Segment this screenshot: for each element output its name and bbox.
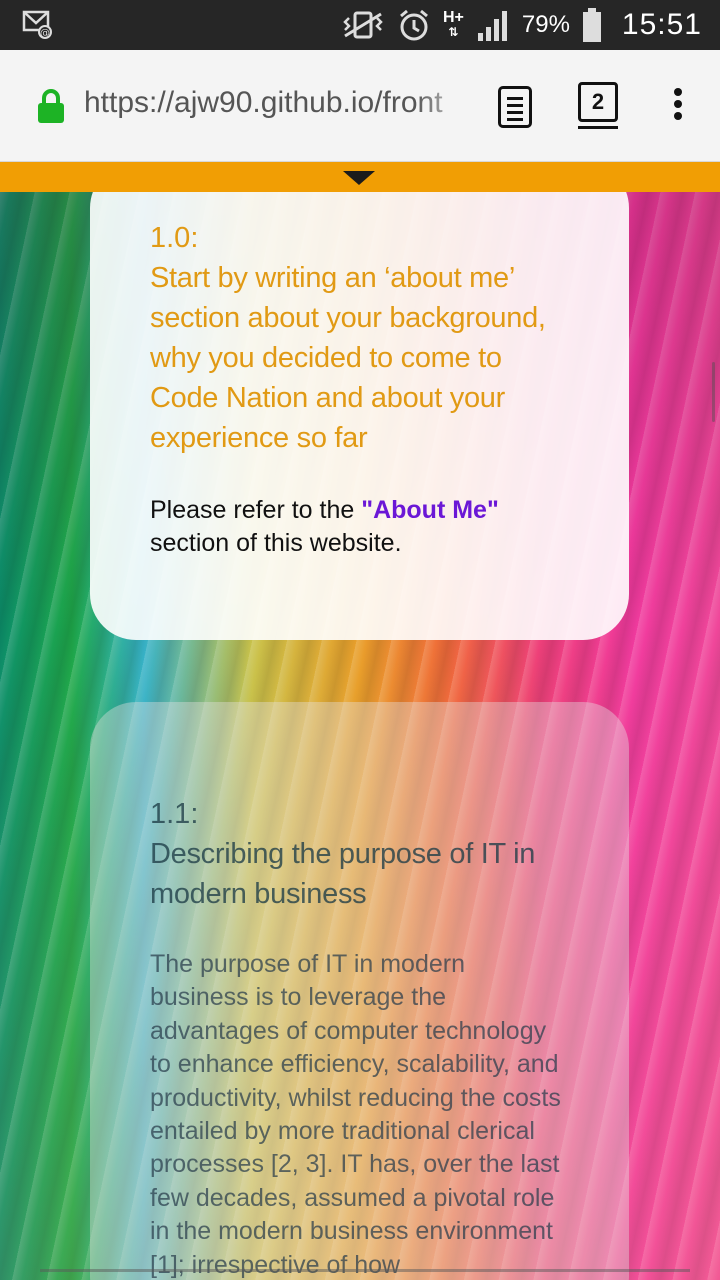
signal-icon [477, 11, 507, 41]
section-heading: Describing the purpose of IT in modern b… [150, 838, 536, 910]
nav-banner[interactable] [0, 162, 720, 192]
section-heading: Start by writing an ‘about me’ section a… [150, 262, 546, 454]
section-number: 1.0: [150, 222, 199, 254]
page-content[interactable]: 1.0: Start by writing an ‘about me’ sect… [0, 192, 720, 1280]
clock: 15:51 [621, 8, 702, 41]
page-bottom-line [40, 1269, 690, 1272]
alarm-icon [400, 9, 428, 41]
body-prefix: Please refer to the [150, 496, 362, 524]
section-body: Please refer to the "About Me" section o… [150, 494, 569, 560]
dropdown-arrow-icon[interactable] [343, 171, 375, 185]
section-body: The purpose of IT in modern business is … [150, 950, 561, 1279]
about-me-link[interactable]: "About Me" [361, 496, 499, 524]
lock-icon[interactable] [36, 88, 66, 124]
overflow-menu-icon[interactable] [672, 88, 684, 126]
status-bar: @ H+ ⇅ 79% 15:51 [0, 0, 720, 50]
section-card-1-0: 1.0: Start by writing an ‘about me’ sect… [90, 192, 629, 640]
reader-mode-button[interactable] [498, 86, 532, 128]
battery-percent: 79% [521, 11, 570, 38]
tab-switcher-button[interactable]: 2 [578, 82, 618, 122]
battery-icon [582, 8, 601, 42]
body-suffix: section of this website. [150, 529, 402, 557]
browser-toolbar: https://ajw90.github.io/front 2 [0, 50, 720, 162]
vibrate-icon [343, 11, 383, 39]
svg-text:@: @ [40, 28, 50, 39]
status-icons: H+ ⇅ 79% 15:51 [341, 0, 702, 50]
tab-switcher-underline [578, 126, 618, 129]
section-number: 1.1: [150, 798, 199, 830]
url-field[interactable]: https://ajw90.github.io/front [84, 86, 474, 120]
network-type-label: H+ ⇅ [442, 9, 464, 40]
email-notification-icon: @ [22, 10, 52, 39]
section-card-1-1: 1.1: Describing the purpose of IT in mod… [90, 702, 629, 1280]
scrollbar[interactable] [712, 362, 715, 422]
